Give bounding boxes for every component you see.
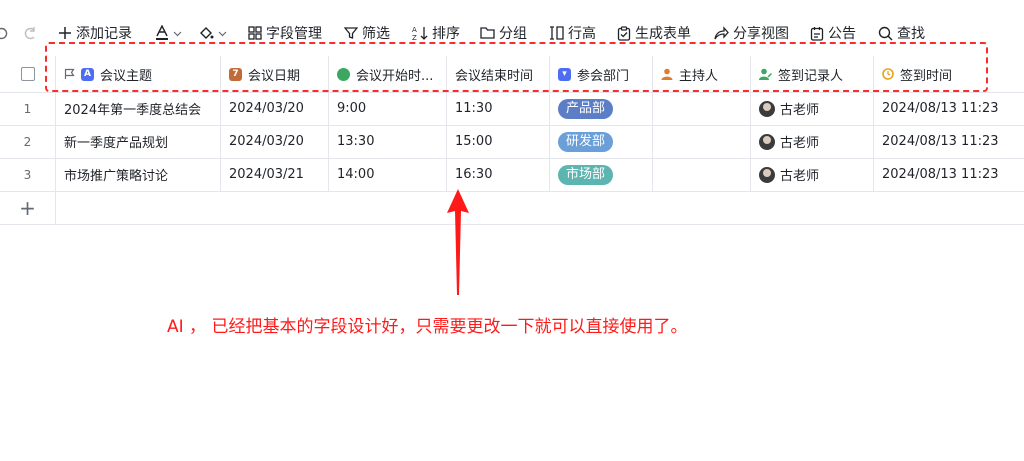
undo-icon[interactable] <box>0 20 8 46</box>
avatar <box>759 166 775 183</box>
cell-department[interactable]: 市场部 <box>550 158 653 191</box>
cell-topic[interactable]: 新一季度产品规划 <box>56 125 221 158</box>
cell-department[interactable]: 产品部 <box>550 92 653 125</box>
cell-host[interactable] <box>653 92 751 125</box>
cell-host[interactable] <box>653 158 751 191</box>
table-row[interactable]: 3 市场推广策略讨论 2024/03/21 14:00 16:30 市场部 古老… <box>0 158 1024 192</box>
department-tag: 产品部 <box>558 98 614 119</box>
svg-text:A: A <box>412 26 417 34</box>
plus-icon <box>59 27 71 39</box>
share-view-label: 分享视图 <box>733 26 789 42</box>
department-tag: 市场部 <box>558 164 614 185</box>
table-row[interactable]: 2 新一季度产品规划 2024/03/20 13:30 15:00 研发部 古老… <box>0 125 1024 159</box>
cell-start-time[interactable]: 14:00 <box>329 158 447 191</box>
search-icon <box>878 26 893 41</box>
cell-date[interactable]: 2024/03/21 <box>221 158 329 191</box>
row-height-label: 行高 <box>568 26 596 42</box>
find-label: 查找 <box>897 26 925 42</box>
svg-text:Z: Z <box>412 34 417 41</box>
notice-label: 公告 <box>828 26 856 42</box>
recorder-name: 古老师 <box>780 103 820 118</box>
group-label: 分组 <box>499 26 527 42</box>
add-row-button[interactable]: + <box>0 191 56 224</box>
annotation-text: AI ， 已经把基本的字段设计好，只需要更改一下就可以直接使用了。 <box>167 317 688 337</box>
filter-icon <box>344 27 358 39</box>
filter-label: 筛选 <box>362 26 390 42</box>
department-tag: 研发部 <box>558 131 614 152</box>
cell-recorder[interactable]: 古老师 <box>751 125 874 158</box>
field-manage-label: 字段管理 <box>266 26 322 42</box>
clipboard-check-icon <box>617 25 631 41</box>
row-number: 1 <box>0 92 56 125</box>
paint-bucket-icon <box>200 26 214 39</box>
cell-end-time[interactable]: 15:00 <box>447 125 550 158</box>
generate-form-label: 生成表单 <box>635 26 691 42</box>
cell-topic[interactable]: 2024年第一季度总结会 <box>56 92 221 125</box>
chevron-down-icon <box>173 31 182 36</box>
cell-topic[interactable]: 市场推广策略讨论 <box>56 158 221 191</box>
row-number: 3 <box>0 158 56 191</box>
annotation-arrow-icon <box>447 189 469 295</box>
folder-icon <box>480 27 495 39</box>
cell-date[interactable]: 2024/03/20 <box>221 92 329 125</box>
cell-checkin-time[interactable]: 2024/08/13 11:23 <box>874 158 1024 191</box>
annotation-highlight-box <box>45 42 988 92</box>
add-row[interactable]: + <box>0 191 1024 225</box>
add-record-label: 添加记录 <box>76 26 132 42</box>
avatar <box>759 100 775 117</box>
sort-icon: AZ <box>412 26 428 41</box>
cell-date[interactable]: 2024/03/20 <box>221 125 329 158</box>
redo-icon[interactable] <box>24 20 38 46</box>
grid-icon <box>248 26 262 40</box>
table-row[interactable]: 1 2024年第一季度总结会 2024/03/20 9:00 11:30 产品部… <box>0 92 1024 126</box>
cell-host[interactable] <box>653 125 751 158</box>
avatar <box>759 133 775 150</box>
row-height-icon <box>550 26 564 40</box>
cell-checkin-time[interactable]: 2024/08/13 11:23 <box>874 125 1024 158</box>
cell-start-time[interactable]: 13:30 <box>329 125 447 158</box>
cell-checkin-time[interactable]: 2024/08/13 11:23 <box>874 92 1024 125</box>
share-icon <box>714 26 729 40</box>
chevron-down-icon <box>218 31 227 36</box>
cell-end-time[interactable]: 11:30 <box>447 92 550 125</box>
text-color-icon <box>156 25 168 40</box>
cell-department[interactable]: 研发部 <box>550 125 653 158</box>
row-number: 2 <box>0 125 56 158</box>
recorder-name: 古老师 <box>780 136 820 151</box>
cell-start-time[interactable]: 9:00 <box>329 92 447 125</box>
recorder-name: 古老师 <box>780 169 820 184</box>
sort-label: 排序 <box>432 26 460 42</box>
cell-recorder[interactable]: 古老师 <box>751 92 874 125</box>
notice-icon <box>810 26 824 41</box>
cell-recorder[interactable]: 古老师 <box>751 158 874 191</box>
